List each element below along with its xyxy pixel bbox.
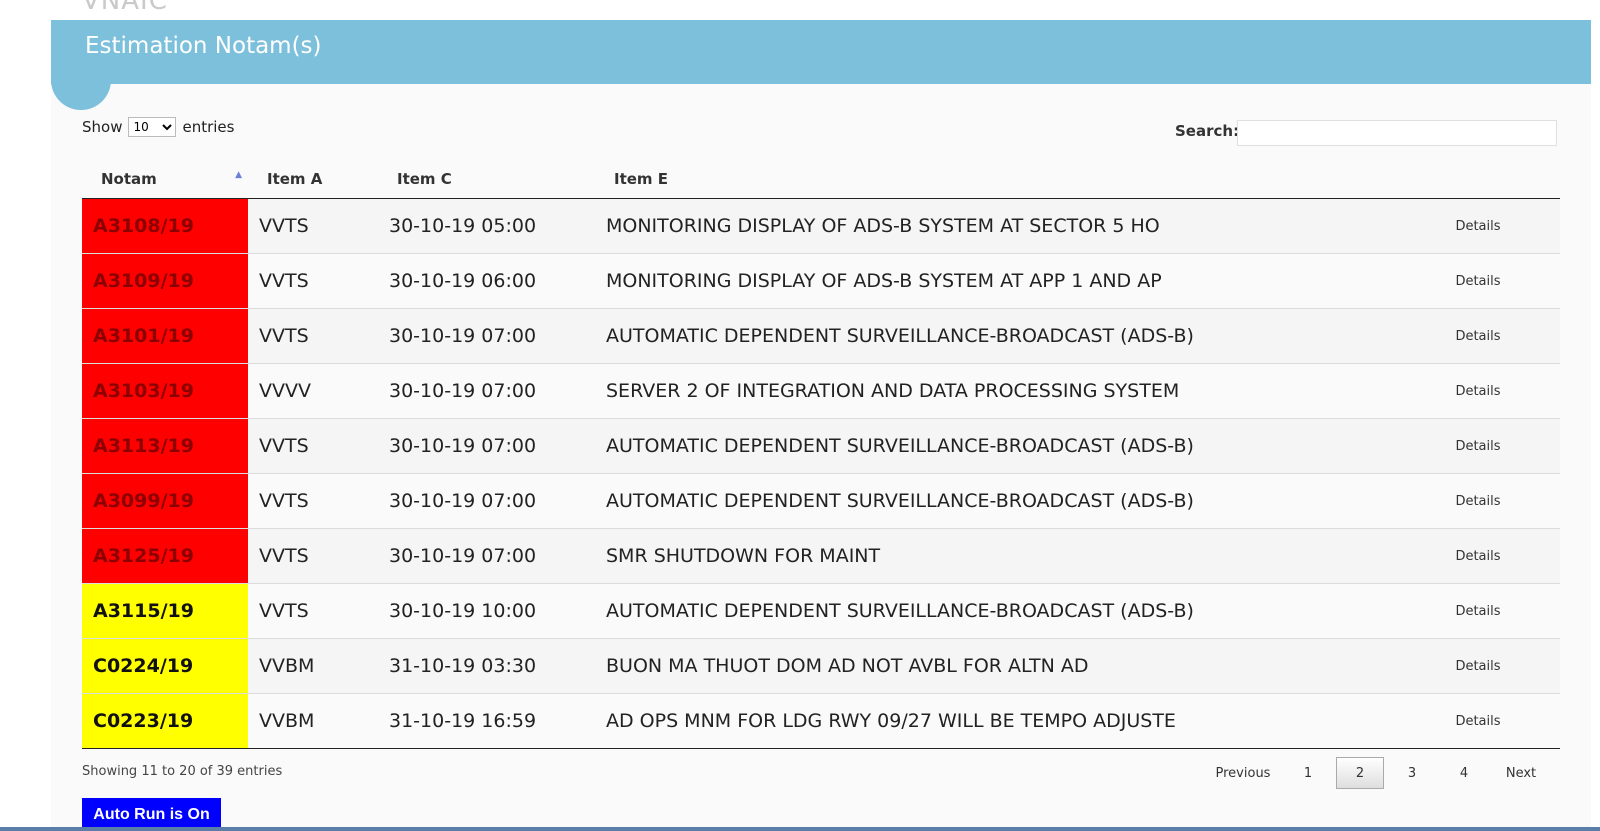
table-row: A3099/19 VVTS 30-10-19 07:00 AUTOMATIC DEPE… [82, 473, 1560, 529]
item-a-cell: VVTS [248, 418, 378, 474]
notam-id-cell: A3125/19 [82, 528, 248, 584]
item-a-cell: VVTS [248, 198, 378, 254]
notam-id-cell: A3115/19 [82, 583, 248, 639]
item-a-cell: VVTS [248, 308, 378, 364]
item-a-cell: VVBM [248, 693, 378, 749]
pagination-page-2[interactable]: 2 [1336, 757, 1384, 789]
search-input[interactable] [1237, 120, 1557, 146]
item-c-cell: 31-10-19 03:30 [378, 638, 606, 694]
header-notam[interactable]: Notam ▲ [82, 160, 248, 199]
item-e-cell: SMR SHUTDOWN FOR MAINT [606, 528, 1396, 584]
table-info: Showing 11 to 20 of 39 entries [82, 764, 283, 779]
item-e-cell: AUTOMATIC DEPENDENT SURVEILLANCE-BROADCA… [606, 473, 1396, 529]
table-row: A3113/19 VVTS 30-10-19 07:00 AUTOMATIC DEPE… [82, 418, 1560, 474]
entries-label: entries [182, 118, 235, 136]
header-item-a[interactable]: Item A [248, 160, 378, 199]
details-link[interactable]: Details [1396, 473, 1560, 529]
details-link[interactable]: Details [1396, 528, 1560, 584]
item-e-cell: SERVER 2 OF INTEGRATION AND DATA PROCESS… [606, 363, 1396, 419]
item-e-cell: AUTOMATIC DEPENDENT SURVEILLANCE-BROADCA… [606, 308, 1396, 364]
pagination: Previous 1 2 3 4 Next [1206, 756, 1554, 790]
table-row: A3108/19 VVTS 30-10-19 05:00 MONITORING DIS… [82, 198, 1560, 254]
details-link[interactable]: Details [1396, 308, 1560, 364]
header-notam-label: Notam [101, 170, 157, 188]
header-actions [1396, 160, 1560, 199]
item-a-cell: VVTS [248, 253, 378, 309]
table-row: A3103/19 VVVV 30-10-19 07:00 SERVER 2 OF IN… [82, 363, 1560, 419]
notam-id-cell: A3103/19 [82, 363, 248, 419]
table-row: C0224/19 VVBM 31-10-19 03:30 BUON MA THUOT … [82, 638, 1560, 694]
pagination-next[interactable]: Next [1492, 757, 1550, 789]
table-row: A3125/19 VVTS 30-10-19 07:00 SMR SHUTDOWN F… [82, 528, 1560, 584]
panel-header: Estimation Notam(s) [51, 20, 1591, 84]
table-body: A3108/19 VVTS 30-10-19 05:00 MONITORING DIS… [82, 198, 1560, 749]
notam-id-cell: A3101/19 [82, 308, 248, 364]
panel-header-tab [51, 66, 111, 110]
notam-id-cell: A3108/19 [82, 198, 248, 254]
item-c-cell: 30-10-19 06:00 [378, 253, 606, 309]
notam-id-cell: A3099/19 [82, 473, 248, 529]
entries-length-control: Show 10 entries [82, 117, 234, 137]
item-a-cell: VVTS [248, 583, 378, 639]
pagination-page-3[interactable]: 3 [1388, 757, 1436, 789]
item-c-cell: 30-10-19 07:00 [378, 418, 606, 474]
table-row: C0223/19 VVBM 31-10-19 16:59 AD OPS MNM FOR… [82, 693, 1560, 749]
notam-id-cell: A3109/19 [82, 253, 248, 309]
search-label: Search: [1175, 122, 1240, 140]
details-link[interactable]: Details [1396, 583, 1560, 639]
panel-title: Estimation Notam(s) [85, 33, 322, 59]
item-e-cell: AUTOMATIC DEPENDENT SURVEILLANCE-BROADCA… [606, 418, 1396, 474]
item-c-cell: 30-10-19 05:00 [378, 198, 606, 254]
table-row: A3115/19 VVTS 30-10-19 10:00 AUTOMATIC DEPE… [82, 583, 1560, 639]
item-a-cell: VVVV [248, 363, 378, 419]
entries-select[interactable]: 10 [128, 117, 177, 137]
details-link[interactable]: Details [1396, 198, 1560, 254]
item-c-cell: 30-10-19 07:00 [378, 528, 606, 584]
taskbar-edge [0, 827, 1600, 831]
notam-table: Notam ▲ Item A Item C Item E A3108/19 VVT… [82, 160, 1560, 749]
item-c-cell: 30-10-19 10:00 [378, 583, 606, 639]
sort-ascending-icon: ▲ [235, 170, 242, 180]
header-item-e[interactable]: Item E [606, 160, 1396, 199]
notam-id-cell: C0224/19 [82, 638, 248, 694]
item-a-cell: VVTS [248, 473, 378, 529]
item-c-cell: 31-10-19 16:59 [378, 693, 606, 749]
item-e-cell: AUTOMATIC DEPENDENT SURVEILLANCE-BROADCA… [606, 583, 1396, 639]
details-link[interactable]: Details [1396, 253, 1560, 309]
table-row: A3101/19 VVTS 30-10-19 07:00 AUTOMATIC DEPE… [82, 308, 1560, 364]
item-a-cell: VVTS [248, 528, 378, 584]
pagination-page-1[interactable]: 1 [1284, 757, 1332, 789]
item-a-cell: VVBM [248, 638, 378, 694]
item-e-cell: AD OPS MNM FOR LDG RWY 09/27 WILL BE TEM… [606, 693, 1396, 749]
table-header-row: Notam ▲ Item A Item C Item E [82, 160, 1560, 199]
item-e-cell: BUON MA THUOT DOM AD NOT AVBL FOR ALTN A… [606, 638, 1396, 694]
item-c-cell: 30-10-19 07:00 [378, 473, 606, 529]
item-e-cell: MONITORING DISPLAY OF ADS-B SYSTEM AT SE… [606, 198, 1396, 254]
details-link[interactable]: Details [1396, 638, 1560, 694]
notam-id-cell: C0223/19 [82, 693, 248, 749]
header-item-c[interactable]: Item C [378, 160, 606, 199]
notam-id-cell: A3113/19 [82, 418, 248, 474]
brand-logo-text: VNAIC [82, 0, 168, 16]
details-link[interactable]: Details [1396, 363, 1560, 419]
item-c-cell: 30-10-19 07:00 [378, 308, 606, 364]
table-row: A3109/19 VVTS 30-10-19 06:00 MONITORING DIS… [82, 253, 1560, 309]
item-e-cell: MONITORING DISPLAY OF ADS-B SYSTEM AT AP… [606, 253, 1396, 309]
details-link[interactable]: Details [1396, 693, 1560, 749]
pagination-page-4[interactable]: 4 [1440, 757, 1488, 789]
show-label: Show [82, 118, 123, 136]
pagination-previous[interactable]: Previous [1206, 757, 1280, 789]
item-c-cell: 30-10-19 07:00 [378, 363, 606, 419]
details-link[interactable]: Details [1396, 418, 1560, 474]
